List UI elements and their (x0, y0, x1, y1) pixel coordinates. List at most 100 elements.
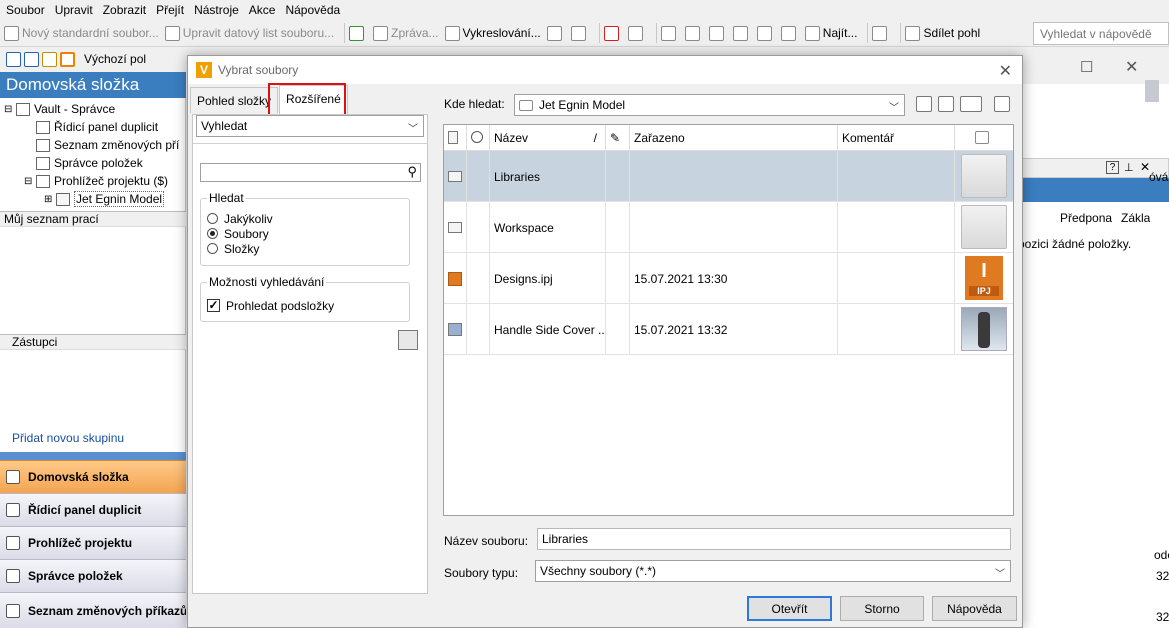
nav-project-explorer[interactable]: Prohlížeč projektu (0, 526, 186, 559)
open-button[interactable]: Otevřít (747, 596, 832, 621)
edit-datasheet-button[interactable]: Upravit datový list souboru... (164, 22, 334, 44)
back-arrow-icon[interactable] (6, 51, 21, 67)
menu-actions[interactable]: Akce (249, 3, 276, 17)
folder-icon (56, 192, 70, 206)
collapse-icon[interactable]: ⊟ (4, 104, 16, 115)
column-name[interactable]: Název / (490, 125, 606, 151)
properties-icon (780, 25, 796, 41)
chevron-down-icon: ﹀ (889, 103, 899, 114)
menu-view[interactable]: Zobrazit (103, 3, 146, 17)
messages-button[interactable]: Zpráva... (373, 22, 439, 44)
radio-any[interactable]: Jakýkoliv (207, 211, 273, 226)
search-input[interactable]: ⚲ (200, 163, 421, 182)
radio-folders[interactable]: Složky (207, 241, 273, 256)
help-button[interactable]: Nápověda (932, 596, 1017, 621)
back-icon[interactable] (916, 96, 932, 112)
collapse-icon[interactable]: ⊟ (24, 176, 36, 187)
close-icon[interactable]: ✕ (999, 61, 1012, 81)
table-row[interactable]: Libraries (444, 151, 1013, 202)
column-checked-in[interactable]: Zařazeno (630, 125, 838, 151)
new-folder-icon[interactable] (938, 96, 954, 112)
share-view-button[interactable]: Sdílet pohl (905, 22, 980, 44)
nav-items[interactable]: Správce položek (0, 559, 186, 592)
folder-up-icon[interactable] (42, 51, 57, 67)
column-checkout[interactable]: ✎ (606, 125, 630, 151)
column-prefix[interactable]: Předpona (1060, 211, 1112, 225)
find-button[interactable]: Najít... (804, 22, 857, 44)
compare-button[interactable] (756, 22, 775, 44)
nav-change-orders[interactable]: Seznam změnových příkazů (0, 592, 186, 628)
tree-item-duplicates[interactable]: Řídicí panel duplicit (4, 118, 186, 136)
delete-button[interactable] (603, 22, 622, 44)
nav-duplicates[interactable]: Řídicí panel duplicit (0, 493, 186, 526)
tab-folder-view[interactable]: Pohled složky (190, 87, 279, 113)
pin-icon[interactable]: ⊥ (1124, 161, 1134, 174)
drawing-button[interactable]: Vykreslování... (444, 22, 541, 44)
tree-item-vault[interactable]: ⊟ Vault - Správce (4, 100, 186, 118)
tree-item-jet-model[interactable]: ⊞ Jet Egnin Model (4, 190, 186, 208)
view-menu-icon[interactable] (960, 96, 982, 112)
worklist-header[interactable]: Můj seznam prací (0, 211, 186, 227)
splitter[interactable] (0, 452, 186, 460)
table-row[interactable]: Workspace (444, 202, 1013, 253)
lookin-select[interactable]: Jet Egnin Model ﹀ (514, 94, 905, 116)
menu-tools[interactable]: Nástroje (194, 3, 239, 17)
properties-button[interactable] (780, 22, 799, 44)
file-date: 15.07.2021 13:32 (630, 304, 838, 355)
project-icon (6, 536, 20, 550)
structure-button[interactable] (732, 22, 751, 44)
panel-toggle-icon[interactable] (60, 51, 75, 67)
tree-item-change-orders[interactable]: Seznam změnových pří (4, 136, 186, 154)
forward-arrow-icon[interactable] (24, 51, 39, 67)
filename-input[interactable]: Libraries (537, 528, 1011, 550)
expand-icon[interactable]: ⊞ (44, 194, 56, 205)
copy-design-button[interactable] (708, 22, 727, 44)
save-search-icon[interactable] (398, 330, 418, 350)
column-base[interactable]: Zákla (1121, 211, 1150, 225)
folder-icon (448, 171, 462, 182)
subfolders-checkbox[interactable]: ✓ Prohledat podsložky (207, 298, 334, 313)
cart-button[interactable] (872, 22, 890, 44)
menu-file[interactable]: Soubor (6, 3, 45, 17)
add-file-button[interactable] (660, 22, 679, 44)
search-mode-select[interactable]: Vyhledat ﹀ (196, 115, 424, 137)
dialog-titlebar[interactable]: V Vybrat soubory (188, 56, 1022, 84)
table-row[interactable]: Designs.ipj 15.07.2021 13:30 I IPJ (444, 253, 1013, 304)
menu-help[interactable]: Nápověda (285, 3, 340, 17)
refresh-icon (349, 25, 365, 41)
menu-edit[interactable]: Upravit (55, 3, 93, 17)
cancel-button[interactable]: Storno (840, 596, 924, 621)
column-thumbnail[interactable] (955, 125, 1013, 151)
search-icon[interactable]: ⚲ (407, 164, 417, 180)
print-button[interactable] (546, 22, 565, 44)
new-file-button[interactable]: Nový standardní soubor... (4, 22, 159, 44)
refresh-button[interactable] (349, 22, 367, 44)
filetype-select[interactable]: Všechny soubory (*.*) ﹀ (535, 560, 1011, 582)
delegates-header[interactable]: Zástupci (0, 334, 186, 350)
add-folder-button[interactable] (684, 22, 703, 44)
radio-files[interactable]: Soubory (207, 226, 273, 241)
tree-item-items[interactable]: Správce položek (4, 154, 186, 172)
print-preview-button[interactable] (570, 22, 589, 44)
file-comment (838, 253, 955, 304)
help-search-input[interactable] (1033, 22, 1169, 45)
help-icon[interactable]: ? (1106, 161, 1119, 174)
filetype-label: Soubory typu: (444, 566, 519, 580)
column-type[interactable] (444, 125, 467, 151)
nav-home-folder[interactable]: Domovská složka (0, 460, 186, 493)
options-group-title: Možnosti vyhledávání (207, 275, 327, 289)
file-name: Designs.ipj (490, 253, 606, 304)
default-view-label[interactable]: Výchozí pol (84, 52, 146, 66)
column-status[interactable] (467, 125, 490, 151)
binoculars-icon[interactable] (994, 96, 1010, 112)
add-group-link[interactable]: Přidat novou skupinu (12, 431, 124, 445)
scroll-handle[interactable] (1145, 80, 1159, 102)
file-comment (838, 151, 955, 202)
attach-button[interactable] (627, 22, 646, 44)
menu-go[interactable]: Přejít (156, 3, 184, 17)
close-window-icon[interactable]: ✕ (1125, 57, 1138, 77)
table-row[interactable]: Handle Side Cover ... 15.07.2021 13:32 (444, 304, 1013, 355)
tree-item-project-explorer[interactable]: ⊟ Prohlížeč projektu ($) (4, 172, 186, 190)
column-comment[interactable]: Komentář (838, 125, 955, 151)
maximize-icon[interactable]: ☐ (1080, 58, 1093, 76)
